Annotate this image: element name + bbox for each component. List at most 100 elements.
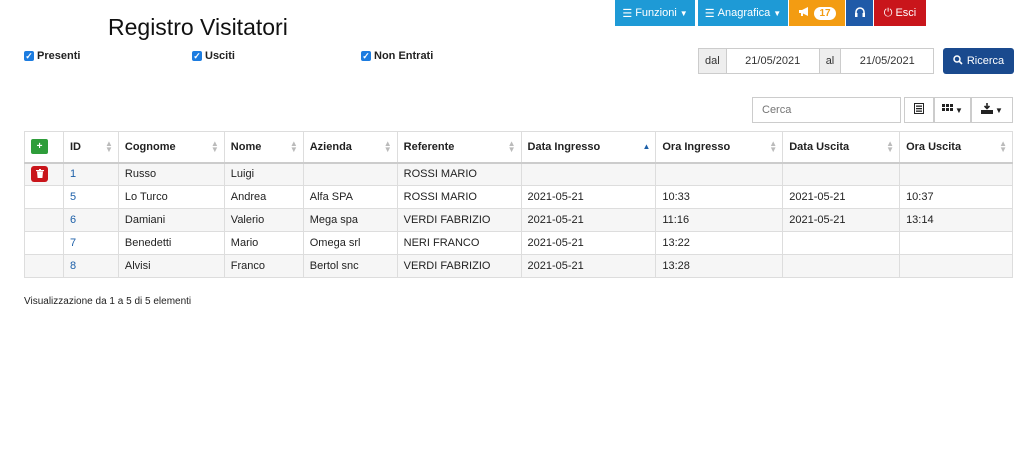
- cell-nome: Mario: [223, 231, 304, 255]
- date-from-label: dal: [699, 49, 727, 73]
- search-icon: [953, 54, 963, 68]
- cell-nome: Andrea: [223, 185, 304, 209]
- ricerca-button[interactable]: Ricerca: [943, 48, 1014, 74]
- row-actions-cell: [24, 162, 64, 186]
- sort-icon: ▲ ▼: [769, 138, 778, 154]
- cell-nome: Franco: [223, 254, 304, 278]
- cell-referente: NERI FRANCO: [396, 231, 522, 255]
- row-actions-cell: [24, 231, 64, 255]
- row-actions-cell: [24, 254, 64, 278]
- checkmark-icon: ✓: [361, 51, 371, 61]
- cell-id[interactable]: 1: [62, 162, 119, 186]
- column-header-ora-uscita[interactable]: Ora Uscita ▲ ▼: [899, 131, 1013, 164]
- grid-icon: [942, 103, 954, 117]
- sort-icon: ▲ ▼: [210, 138, 219, 154]
- sort-icon: ▲ ▼: [383, 138, 392, 154]
- cell-ora-ingresso: 13:28: [655, 254, 784, 278]
- column-header-nome[interactable]: Nome ▲ ▼: [223, 131, 304, 164]
- cell-id[interactable]: 5: [62, 185, 119, 209]
- ricerca-label: Ricerca: [966, 55, 1005, 67]
- cell-referente: ROSSI MARIO: [396, 162, 522, 186]
- table-row[interactable]: 6 Damiani Valerio Mega spa VERDI FABRIZI…: [24, 208, 1013, 232]
- funzioni-label: Funzioni: [635, 7, 677, 19]
- filter-usciti-checkbox[interactable]: ✓ Usciti: [192, 50, 235, 62]
- sort-icon: ▲ ▼: [507, 138, 516, 154]
- list-alt-icon: [914, 103, 924, 117]
- filter-non-entrati-checkbox[interactable]: ✓ Non Entrati: [361, 50, 433, 62]
- list-icon: ☰: [704, 7, 715, 20]
- filter-non-entrati-label: Non Entrati: [374, 50, 434, 62]
- table-search-input[interactable]: [752, 97, 901, 123]
- table-row[interactable]: 1 Russo Luigi ROSSI MARIO: [24, 162, 1013, 186]
- date-from-input[interactable]: 21/05/2021: [727, 49, 819, 73]
- toggle-view-button[interactable]: [904, 97, 934, 123]
- cell-ora-uscita: 10:37: [899, 185, 1013, 209]
- date-range-group: dal 21/05/2021 al 21/05/2021: [698, 48, 935, 74]
- cell-azienda: Omega srl: [302, 231, 398, 255]
- cell-cognome: Russo: [117, 162, 225, 186]
- cell-cognome: Alvisi: [117, 254, 225, 278]
- cell-data-ingresso: 2021-05-21: [520, 231, 657, 255]
- cell-data-ingresso: 2021-05-21: [520, 208, 657, 232]
- page-title: Registro Visitatori: [108, 14, 288, 40]
- columns-button[interactable]: ▼: [934, 97, 971, 123]
- notifications-count-badge: 17: [814, 6, 836, 20]
- row-actions-cell: [24, 208, 64, 232]
- export-button[interactable]: ▼: [971, 97, 1013, 123]
- filter-presenti-checkbox[interactable]: ✓ Presenti: [24, 50, 80, 62]
- cell-ora-uscita: 13:14: [899, 208, 1013, 232]
- pagination-info: Visualizzazione da 1 a 5 di 5 elementi: [24, 296, 192, 307]
- column-header-referente[interactable]: Referente ▲ ▼: [396, 131, 522, 164]
- column-header-azienda[interactable]: Azienda ▲ ▼: [302, 131, 398, 164]
- sort-asc-icon: ▲: [642, 141, 651, 151]
- table-header-row: + ID ▲ ▼ Cognome ▲ ▼ Nome ▲ ▼ Azienda ▲ ▼ Refere…: [24, 131, 1013, 164]
- caret-down-icon: ▼: [679, 8, 688, 18]
- column-header-cognome[interactable]: Cognome ▲ ▼: [117, 131, 225, 164]
- cell-data-ingresso: [520, 162, 657, 186]
- sort-icon: ▲ ▼: [104, 138, 113, 154]
- funzioni-menu-button[interactable]: ☰ Funzioni ▼: [615, 0, 695, 26]
- visitors-table: + ID ▲ ▼ Cognome ▲ ▼ Nome ▲ ▼ Azienda ▲ ▼ Refere…: [24, 131, 1013, 278]
- cell-ora-uscita: [899, 231, 1013, 255]
- logout-button[interactable]: ⏻ Esci: [874, 0, 926, 26]
- row-actions-cell: [24, 185, 64, 209]
- date-to-input[interactable]: 21/05/2021: [841, 49, 933, 73]
- cell-nome: Valerio: [223, 208, 304, 232]
- cell-data-uscita: [782, 231, 901, 255]
- cell-ora-ingresso: 13:22: [655, 231, 784, 255]
- column-header-data-uscita[interactable]: Data Uscita ▲ ▼: [782, 131, 901, 164]
- cell-ora-ingresso: [655, 162, 784, 186]
- list-icon: ☰: [622, 7, 633, 20]
- column-header-data-ingresso[interactable]: Data Ingresso ▲: [520, 131, 657, 164]
- cell-cognome: Damiani: [117, 208, 225, 232]
- sort-icon: ▲ ▼: [289, 138, 298, 154]
- cell-id[interactable]: 6: [62, 208, 119, 232]
- trash-icon: [35, 168, 44, 180]
- power-icon: ⏻: [883, 6, 893, 19]
- column-header-id[interactable]: ID ▲ ▼: [62, 131, 119, 164]
- add-visitor-button[interactable]: +: [31, 139, 48, 155]
- plus-icon: +: [36, 141, 43, 153]
- cell-id[interactable]: 7: [62, 231, 119, 255]
- support-button[interactable]: [846, 0, 873, 26]
- sort-icon: ▲ ▼: [886, 138, 895, 154]
- cell-referente: VERDI FABRIZIO: [396, 208, 522, 232]
- checkmark-icon: ✓: [192, 51, 202, 61]
- cell-azienda: Mega spa: [302, 208, 398, 232]
- delete-visitor-button[interactable]: [31, 166, 48, 183]
- cell-id[interactable]: 8: [62, 254, 119, 278]
- table-row[interactable]: 5 Lo Turco Andrea Alfa SPA ROSSI MARIO 2…: [24, 185, 1013, 209]
- cell-ora-ingresso: 10:33: [655, 185, 784, 209]
- column-header-ora-ingresso[interactable]: Ora Ingresso ▲ ▼: [655, 131, 784, 164]
- logout-label: Esci: [895, 7, 917, 19]
- cell-nome: Luigi: [223, 162, 304, 186]
- notifications-button[interactable]: 17: [789, 0, 845, 26]
- table-row[interactable]: 8 Alvisi Franco Bertol snc VERDI FABRIZI…: [24, 254, 1013, 278]
- table-row[interactable]: 7 Benedetti Mario Omega srl NERI FRANCO …: [24, 231, 1013, 255]
- cell-azienda: Bertol snc: [302, 254, 398, 278]
- headset-icon: [854, 6, 866, 21]
- download-icon: [981, 103, 994, 117]
- cell-data-uscita: 2021-05-21: [782, 185, 901, 209]
- anagrafica-menu-button[interactable]: ☰ Anagrafica ▼: [698, 0, 788, 26]
- cell-referente: ROSSI MARIO: [396, 185, 522, 209]
